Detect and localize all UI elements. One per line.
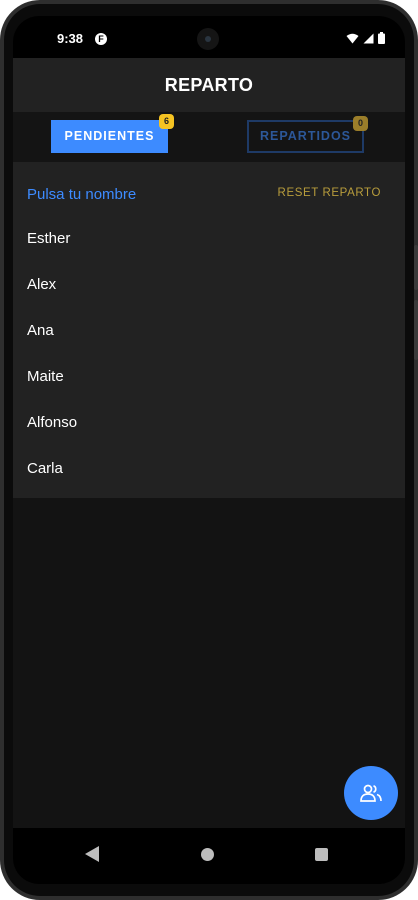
count-badge: 0 <box>353 116 368 131</box>
reset-button[interactable]: RESET REPARTO <box>278 187 381 199</box>
people-fab-button[interactable] <box>344 766 398 820</box>
count-badge: 6 <box>159 114 174 129</box>
recents-icon[interactable] <box>315 848 328 861</box>
volume-button <box>414 300 418 360</box>
tab-repartidos[interactable]: REPARTIDOS 0 <box>247 116 368 153</box>
back-icon[interactable] <box>85 846 99 862</box>
list-item[interactable]: Esther <box>13 224 405 270</box>
app-title: REPARTO <box>164 75 254 95</box>
tab-label: REPARTIDOS <box>259 129 352 143</box>
home-icon[interactable] <box>201 848 214 861</box>
app-bar: REPARTO <box>13 58 405 112</box>
list-item[interactable]: Maite <box>13 362 405 408</box>
signal-icon <box>363 33 374 43</box>
tab-pendientes[interactable]: PENDIENTES 6 <box>51 114 174 153</box>
tab-label: PENDIENTES <box>64 129 155 143</box>
navigation-bar <box>13 828 405 884</box>
screen: 9:38 F REPARTO PENDIENTES 6 REPARTIDOS 0… <box>13 16 405 884</box>
power-button <box>414 245 418 290</box>
list-item[interactable]: Alex <box>13 270 405 316</box>
status-time: 9:38 <box>57 31 84 46</box>
tab-bar: PENDIENTES 6 REPARTIDOS 0 <box>13 112 405 162</box>
list-prompt: Pulsa tu nombre <box>27 186 137 203</box>
battery-icon <box>378 32 385 44</box>
list-item[interactable]: Ana <box>13 316 405 362</box>
front-camera <box>197 28 219 50</box>
list-header: Pulsa tu nombre RESET REPARTO <box>13 162 405 224</box>
names-panel: Pulsa tu nombre RESET REPARTO Esther Ale… <box>13 162 405 498</box>
list-item[interactable]: Alfonso <box>13 408 405 454</box>
people-icon <box>360 784 382 802</box>
status-icons <box>346 32 385 44</box>
wifi-icon <box>346 33 359 43</box>
device-frame: 9:38 F REPARTO PENDIENTES 6 REPARTIDOS 0… <box>0 0 418 900</box>
name-list: Esther Alex Ana Maite Alfonso Carla <box>13 224 405 500</box>
app-notification-icon: F <box>95 33 107 45</box>
list-item[interactable]: Carla <box>13 454 405 500</box>
status-bar: 9:38 F <box>13 16 405 58</box>
